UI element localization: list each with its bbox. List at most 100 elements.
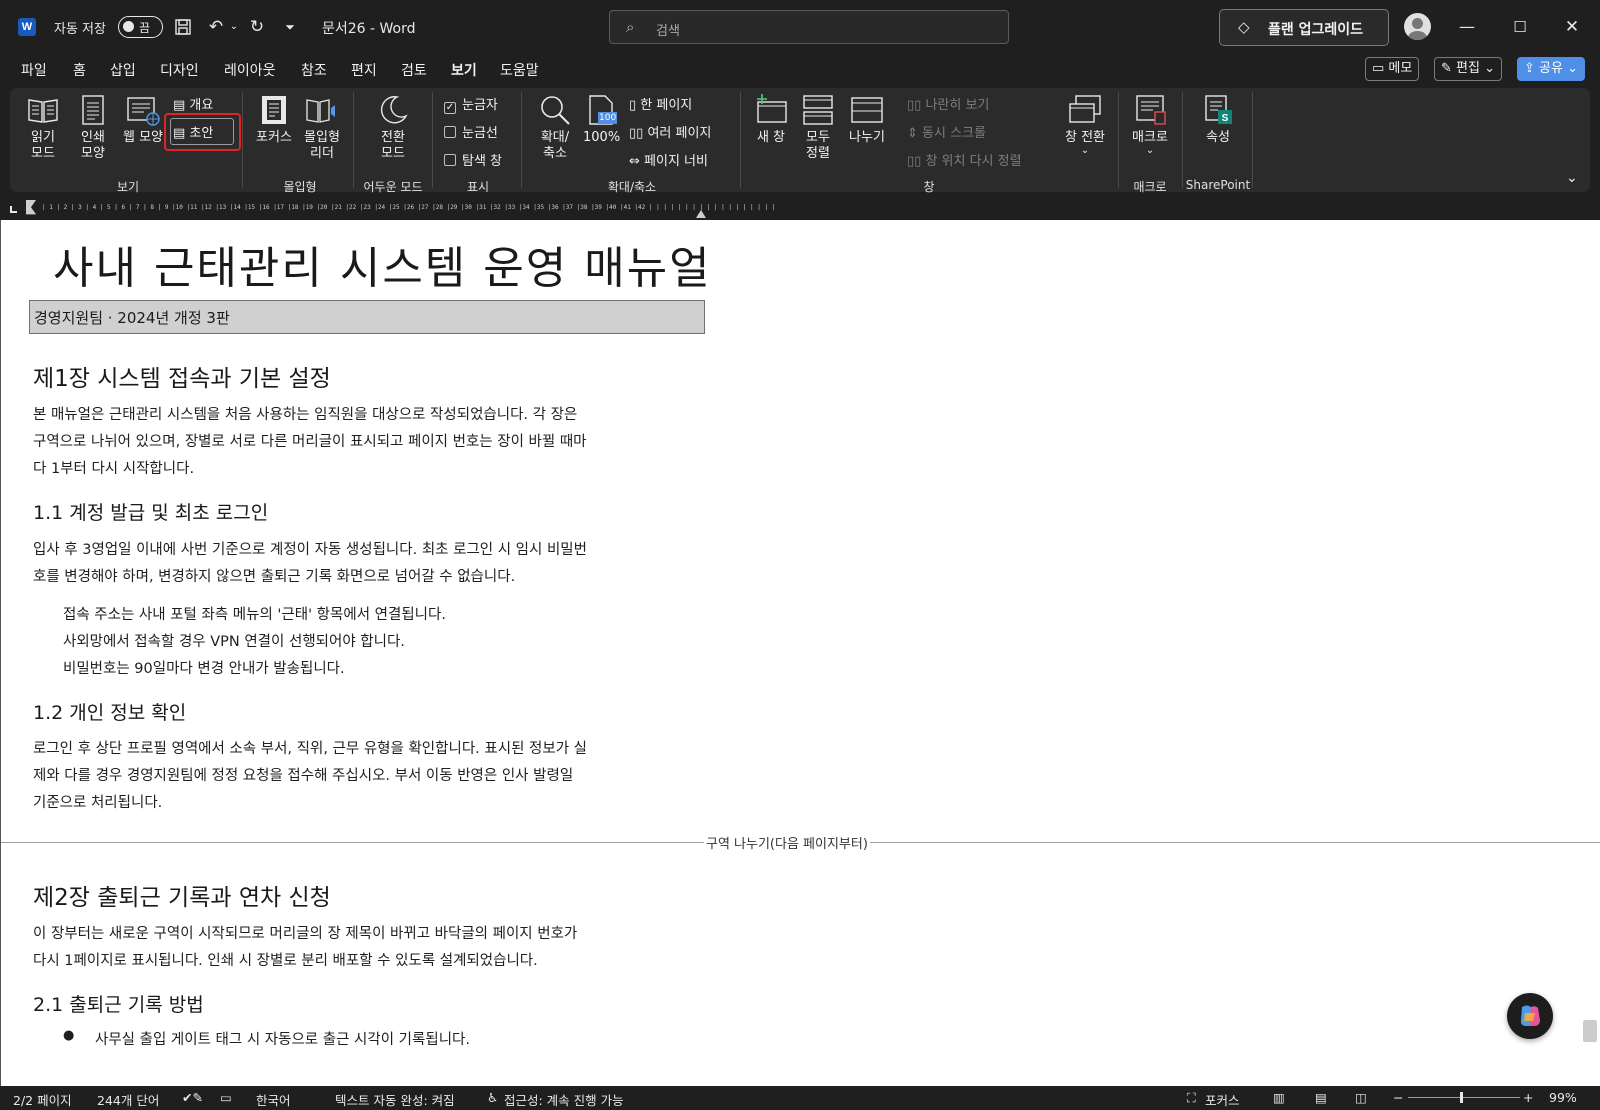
- ribbon-separator: [1118, 92, 1119, 188]
- word-count[interactable]: 244개 단어: [97, 1090, 159, 1109]
- title-bar: W 자동 저장 끔 ↶ ⌄ ↻ ⏷ 문서26 - Word ⌕ 검색 ◇ 플랜 …: [0, 0, 1600, 54]
- page-count[interactable]: 2/2 페이지: [13, 1090, 72, 1109]
- zoom-button[interactable]: 확대/축소: [535, 94, 575, 162]
- new-window-button[interactable]: 새 창: [753, 94, 789, 146]
- macro-record-icon[interactable]: ▭: [220, 1090, 232, 1105]
- document-area[interactable]: 사내 근태관리 시스템 운영 매뉴얼 경영지원팀 · 2024년 개정 3판 제…: [0, 220, 1600, 1086]
- tab-file[interactable]: 파일: [21, 60, 47, 80]
- collapse-ribbon-icon[interactable]: ⌄: [1566, 170, 1578, 186]
- immersive-reader-button[interactable]: 몰입형 리더: [302, 94, 342, 162]
- zoom-slider-thumb[interactable]: [1460, 1092, 1463, 1103]
- memo-button[interactable]: ▭ 메모: [1365, 57, 1420, 81]
- tab-review[interactable]: 검토: [401, 60, 427, 80]
- tab-selector-icon[interactable]: [10, 206, 17, 213]
- tab-mailings[interactable]: 편지: [351, 60, 377, 80]
- tab-insert[interactable]: 삽입: [110, 60, 136, 80]
- redo-icon[interactable]: ↻: [245, 14, 269, 40]
- copilot-button[interactable]: [1507, 993, 1553, 1039]
- print-layout-view-icon[interactable]: ▤: [1315, 1090, 1327, 1105]
- avatar-icon[interactable]: [1404, 13, 1431, 40]
- paragraph-line: 본 매뉴얼은 근태관리 시스템을 처음 사용하는 임직원을 대상으로 작성되었습…: [33, 407, 578, 423]
- share-button[interactable]: ⇪ 공유 ⌄: [1517, 57, 1585, 81]
- outline-icon: ▤: [173, 98, 190, 113]
- proofing-icon[interactable]: ✔✎: [182, 1090, 203, 1105]
- indent-marker-icon[interactable]: [26, 200, 36, 215]
- web-layout-view-icon[interactable]: ◫: [1355, 1090, 1367, 1105]
- accessibility-icon[interactable]: ♿: [487, 1090, 498, 1105]
- accessibility-status[interactable]: 접근성: 계속 진행 가능: [504, 1090, 624, 1109]
- zoom-100-button[interactable]: 100 100%: [583, 94, 620, 146]
- read-mode-button[interactable]: 읽기 모드: [26, 94, 60, 162]
- ribbon-separator: [242, 92, 243, 188]
- upgrade-plan-button[interactable]: ◇ 플랜 업그레이드: [1219, 9, 1389, 46]
- close-icon[interactable]: ✕: [1560, 14, 1584, 40]
- page-width-icon: ⇔: [629, 154, 645, 169]
- horizontal-ruler[interactable]: | 1 | 2 | 3 | 4 | 5 | 6 | 7 | 8 | 9 |10 …: [42, 202, 802, 214]
- web-layout-button[interactable]: 웹 모양: [118, 94, 168, 146]
- macros-button[interactable]: 매크로 ⌄: [1128, 94, 1172, 156]
- switch-window-icon: [1069, 95, 1101, 123]
- avatar-head: [1412, 18, 1423, 29]
- macro-icon: [1136, 95, 1166, 125]
- nav-pane-checkbox[interactable]: 탐색 창: [444, 150, 502, 169]
- search-input[interactable]: ⌕ 검색: [609, 10, 1009, 44]
- side-by-side-button[interactable]: ▯▯ 나란히 보기: [907, 94, 989, 113]
- read-mode-icon: [28, 99, 58, 123]
- tab-references[interactable]: 참조: [301, 60, 327, 80]
- split-button[interactable]: 나누기: [846, 94, 888, 146]
- maximize-icon[interactable]: ☐: [1508, 14, 1532, 40]
- focus-status[interactable]: 포커스: [1205, 1090, 1240, 1109]
- one-page-button[interactable]: ▯ 한 페이지: [629, 94, 692, 113]
- arrange-all-button[interactable]: 모두 정렬: [800, 94, 836, 162]
- autosave-toggle[interactable]: 끔: [118, 16, 163, 38]
- side-by-side-label: 나란히 보기: [925, 98, 990, 113]
- undo-icon[interactable]: ↶: [204, 14, 228, 40]
- reset-position-button[interactable]: ▯▯ 창 위치 다시 정렬: [907, 150, 1022, 169]
- ribbon-separator: [521, 92, 522, 188]
- page-width-label: 페이지 너비: [644, 154, 708, 169]
- zoom-out-icon[interactable]: −: [1393, 1090, 1403, 1105]
- list-item: 접속 주소는 사내 포털 좌측 메뉴의 '근태' 항목에서 연결됩니다.: [63, 607, 446, 623]
- print-layout-button[interactable]: 인쇄 모양: [76, 94, 110, 162]
- tab-design[interactable]: 디자인: [160, 60, 199, 80]
- section-break-label: 구역 나누기(다음 페이지부터): [704, 833, 870, 852]
- switch-window-button[interactable]: 창 전환 ⌄: [1062, 94, 1108, 156]
- gridlines-checkbox[interactable]: 눈금선: [444, 122, 498, 141]
- share-icon: ⇪: [1524, 61, 1540, 76]
- outline-button[interactable]: ▤ 개요: [173, 94, 213, 113]
- zoom-slider[interactable]: [1408, 1092, 1520, 1103]
- undo-dropdown-icon[interactable]: ⌄: [228, 14, 240, 40]
- web-layout-icon: [127, 97, 160, 126]
- sync-scroll-button[interactable]: ⇕ 동시 스크롤: [907, 122, 986, 141]
- switch-mode-button[interactable]: 전환 모드: [374, 94, 412, 162]
- arrange-all-icon: [803, 95, 833, 125]
- paragraph-line: 다시 1페이지로 표시됩니다. 인쇄 시 장별로 분리 배포할 수 있도록 설계…: [33, 953, 538, 969]
- print-layout-label: 인쇄 모양: [81, 130, 105, 161]
- ribbon-separator: [353, 92, 354, 188]
- focus-icon[interactable]: ⛶: [1187, 1090, 1196, 1106]
- tab-help[interactable]: 도움말: [500, 60, 539, 80]
- minimize-icon[interactable]: —: [1455, 14, 1479, 40]
- save-icon[interactable]: [171, 14, 195, 40]
- zoom-level[interactable]: 99%: [1549, 1090, 1577, 1105]
- properties-button[interactable]: S 속성: [1200, 94, 1236, 146]
- chapter-1-heading: 제1장 시스템 접속과 기본 설정: [33, 366, 331, 392]
- focus-button[interactable]: 포커스: [254, 94, 294, 146]
- zoom-in-icon[interactable]: +: [1523, 1090, 1533, 1105]
- scrollbar-thumb[interactable]: [1583, 1020, 1597, 1042]
- tab-home[interactable]: 홈: [73, 60, 86, 80]
- customize-qat-icon[interactable]: ⏷: [278, 14, 302, 40]
- tab-view[interactable]: 보기: [450, 60, 478, 86]
- ruler-checkbox[interactable]: ✓ 눈금자: [444, 94, 498, 114]
- read-mode-view-icon[interactable]: ▥: [1273, 1090, 1285, 1105]
- language-status[interactable]: 한국어: [256, 1090, 291, 1109]
- chapter-2-heading: 제2장 출퇴근 기록과 연차 신청: [33, 885, 331, 911]
- multi-page-button[interactable]: ▯▯ 여러 페이지: [629, 122, 711, 141]
- autosave-label: 자동 저장: [54, 22, 106, 37]
- tab-layout[interactable]: 레이아웃: [224, 60, 276, 80]
- checkbox-checked-icon: ✓: [444, 102, 456, 114]
- edit-mode-button[interactable]: ✎ 편집 ⌄: [1434, 57, 1502, 81]
- autocomplete-status[interactable]: 텍스트 자동 완성: 켜짐: [335, 1090, 455, 1109]
- page-width-button[interactable]: ⇔ 페이지 너비: [629, 150, 708, 169]
- list-item: 사무실 출입 게이트 태그 시 자동으로 출근 시각이 기록됩니다.: [95, 1032, 470, 1048]
